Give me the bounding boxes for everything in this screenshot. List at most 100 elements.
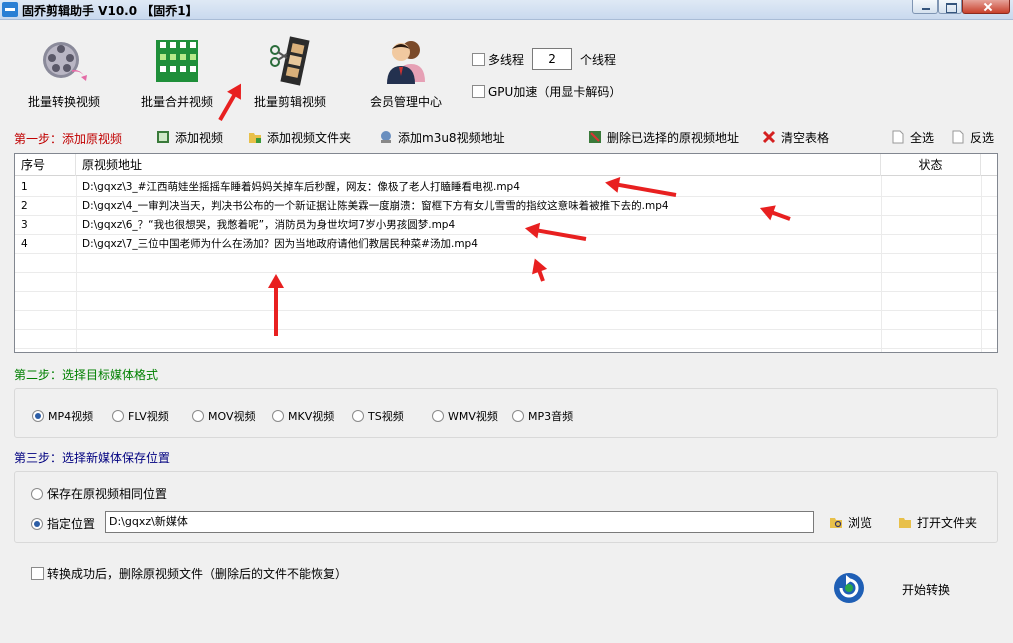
table-row[interactable]: 4 D:\gqxz\7_三位中国老师为什么在汤加？因为当地政府请他们教居民种菜#… xyxy=(15,235,997,254)
row-path: D:\gqxz\6_？“我也很想哭，我憋着呢”，消防员为身世坎坷7岁小男孩圆梦.… xyxy=(82,219,456,231)
format-mp3[interactable]: MP3音频 xyxy=(512,408,573,424)
refresh-icon xyxy=(834,573,864,603)
format-label: MKV视频 xyxy=(288,410,335,423)
radio-button[interactable] xyxy=(32,410,44,422)
add-video-button[interactable]: 添加视频 xyxy=(156,129,223,145)
save-path-input[interactable]: D:\gqxz\新媒体 xyxy=(105,511,814,533)
red-x-icon xyxy=(762,130,776,144)
close-button[interactable] xyxy=(962,0,1010,14)
step3-label: 第三步：选择新媒体保存位置 xyxy=(14,451,171,465)
format-group: MP4视频 FLV视频 MOV视频 MKV视频 TS视频 WMV视频 MP3音频 xyxy=(14,388,998,438)
start-convert-icon-button[interactable] xyxy=(832,571,866,605)
delete-selected-label: 删除已选择的原视频地址 xyxy=(607,130,740,145)
column-header-index[interactable]: 序号 xyxy=(15,154,76,176)
start-convert-button[interactable]: 开始转换 xyxy=(902,581,950,598)
maximize-button[interactable] xyxy=(938,0,962,14)
specify-location-label: 指定位置 xyxy=(47,517,96,531)
batch-convert-label: 批量转换视频 xyxy=(27,95,100,109)
format-wmv[interactable]: WMV视频 xyxy=(432,408,498,424)
film-delete-icon xyxy=(589,131,601,143)
users-icon xyxy=(387,41,425,84)
row-path: D:\gqxz\7_三位中国老师为什么在汤加？因为当地政府请他们教居民种菜#汤加… xyxy=(82,238,478,250)
add-video-label: 添加视频 xyxy=(175,130,224,145)
multithread-label: 多线程 xyxy=(488,52,525,67)
video-table[interactable]: 序号 原视频地址 状态 1 D:\gqxz\3_#江西萌娃坐摇摇车睡着妈妈关掉车… xyxy=(14,153,998,353)
radio-button[interactable] xyxy=(31,487,43,500)
table-row[interactable]: 2 D:\gqxz\4_一审判决当天，判决书公布的一个新证据让陈美霖一度崩溃：窗… xyxy=(15,197,997,216)
invert-select-button[interactable]: 反选 xyxy=(951,129,994,145)
table-row[interactable]: 1 D:\gqxz\3_#江西萌娃坐摇摇车睡着妈妈关掉车后秒醒，网友：像极了老人… xyxy=(15,178,997,197)
multithread-checkbox[interactable] xyxy=(472,52,485,66)
app-icon xyxy=(2,2,18,17)
format-label: FLV视频 xyxy=(128,410,169,423)
table-row xyxy=(15,254,997,273)
film-scissors-icon xyxy=(270,36,310,86)
format-label: MP3音频 xyxy=(528,410,574,423)
clear-table-button[interactable]: 清空表格 xyxy=(762,129,829,145)
link-globe-icon xyxy=(381,131,391,143)
format-label: TS视频 xyxy=(368,410,404,423)
step2-label: 第二步：选择目标媒体格式 xyxy=(14,368,159,382)
add-folder-label: 添加视频文件夹 xyxy=(267,130,352,145)
invert-select-label: 反选 xyxy=(970,130,995,145)
format-label: WMV视频 xyxy=(448,410,498,423)
row-status xyxy=(881,178,981,197)
format-ts[interactable]: TS视频 xyxy=(352,408,404,424)
row-index: 1 xyxy=(21,181,28,193)
select-all-button[interactable]: 全选 xyxy=(891,129,934,145)
batch-edit-button[interactable]: 批量剪辑视频 xyxy=(240,28,340,112)
page-icon xyxy=(892,130,904,144)
open-folder-button[interactable]: 打开文件夹 xyxy=(898,514,977,530)
film-reel-icon xyxy=(43,42,87,81)
batch-merge-button[interactable]: 批量合并视频 xyxy=(127,28,227,112)
specify-location-option[interactable]: 指定位置 xyxy=(31,515,95,532)
add-m3u8-label: 添加m3u8视频地址 xyxy=(398,130,505,145)
film-add-icon xyxy=(157,131,169,143)
gpu-label: GPU加速（用显卡解码） xyxy=(488,85,622,99)
same-location-option[interactable]: 保存在原视频相同位置 xyxy=(31,485,167,502)
format-mov[interactable]: MOV视频 xyxy=(192,408,255,424)
title-bar: 固乔剪辑助手 V10.0 【固乔1】 xyxy=(0,0,1013,20)
radio-button[interactable] xyxy=(112,410,124,422)
add-m3u8-button[interactable]: 添加m3u8视频地址 xyxy=(379,129,505,145)
select-all-label: 全选 xyxy=(910,130,935,145)
folder-add-icon xyxy=(249,133,261,143)
gpu-checkbox[interactable] xyxy=(472,85,485,98)
column-header-path[interactable]: 原视频地址 xyxy=(76,154,881,176)
batch-merge-label: 批量合并视频 xyxy=(140,95,213,109)
radio-button[interactable] xyxy=(272,410,284,422)
window-title: 固乔剪辑助手 V10.0 【固乔1】 xyxy=(22,4,198,18)
browse-label: 浏览 xyxy=(848,515,873,530)
gpu-option[interactable]: GPU加速（用显卡解码） xyxy=(472,83,621,100)
thread-unit-label: 个线程 xyxy=(580,52,617,67)
row-status xyxy=(881,235,981,254)
table-row[interactable]: 3 D:\gqxz\6_？“我也很想哭，我憋着呢”，消防员为身世坎坷7岁小男孩圆… xyxy=(15,216,997,235)
format-mkv[interactable]: MKV视频 xyxy=(272,408,334,424)
radio-button[interactable] xyxy=(31,517,43,530)
annotation-arrow xyxy=(274,286,278,336)
browse-button[interactable]: 浏览 xyxy=(829,514,872,530)
member-center-button[interactable]: 会员管理中心 xyxy=(356,28,456,112)
delete-after-checkbox[interactable] xyxy=(31,567,44,580)
radio-button[interactable] xyxy=(512,410,524,422)
thread-count-input[interactable]: 2 xyxy=(532,48,573,70)
format-mp4[interactable]: MP4视频 xyxy=(32,408,93,424)
row-path: D:\gqxz\3_#江西萌娃坐摇摇车睡着妈妈关掉车后秒醒，网友：像极了老人打瞌… xyxy=(82,181,520,193)
column-header-status[interactable]: 状态 xyxy=(881,154,981,176)
radio-button[interactable] xyxy=(352,410,364,422)
table-row xyxy=(15,330,997,349)
delete-after-option[interactable]: 转换成功后，删除原视频文件（删除后的文件不能恢复） xyxy=(31,565,347,582)
clear-table-label: 清空表格 xyxy=(781,130,830,145)
delete-after-label: 转换成功后，删除原视频文件（删除后的文件不能恢复） xyxy=(47,567,348,581)
delete-selected-button[interactable]: 删除已选择的原视频地址 xyxy=(588,129,739,145)
format-flv[interactable]: FLV视频 xyxy=(112,408,169,424)
folder-search-icon xyxy=(830,518,842,528)
format-label: MOV视频 xyxy=(208,410,256,423)
multithread-option[interactable]: 多线程 2 个线程 xyxy=(472,48,616,70)
radio-button[interactable] xyxy=(432,410,444,422)
batch-convert-button[interactable]: 批量转换视频 xyxy=(14,28,114,112)
radio-button[interactable] xyxy=(192,410,204,422)
add-folder-button[interactable]: 添加视频文件夹 xyxy=(248,129,351,145)
minimize-button[interactable] xyxy=(912,0,938,14)
batch-edit-label: 批量剪辑视频 xyxy=(253,95,326,109)
